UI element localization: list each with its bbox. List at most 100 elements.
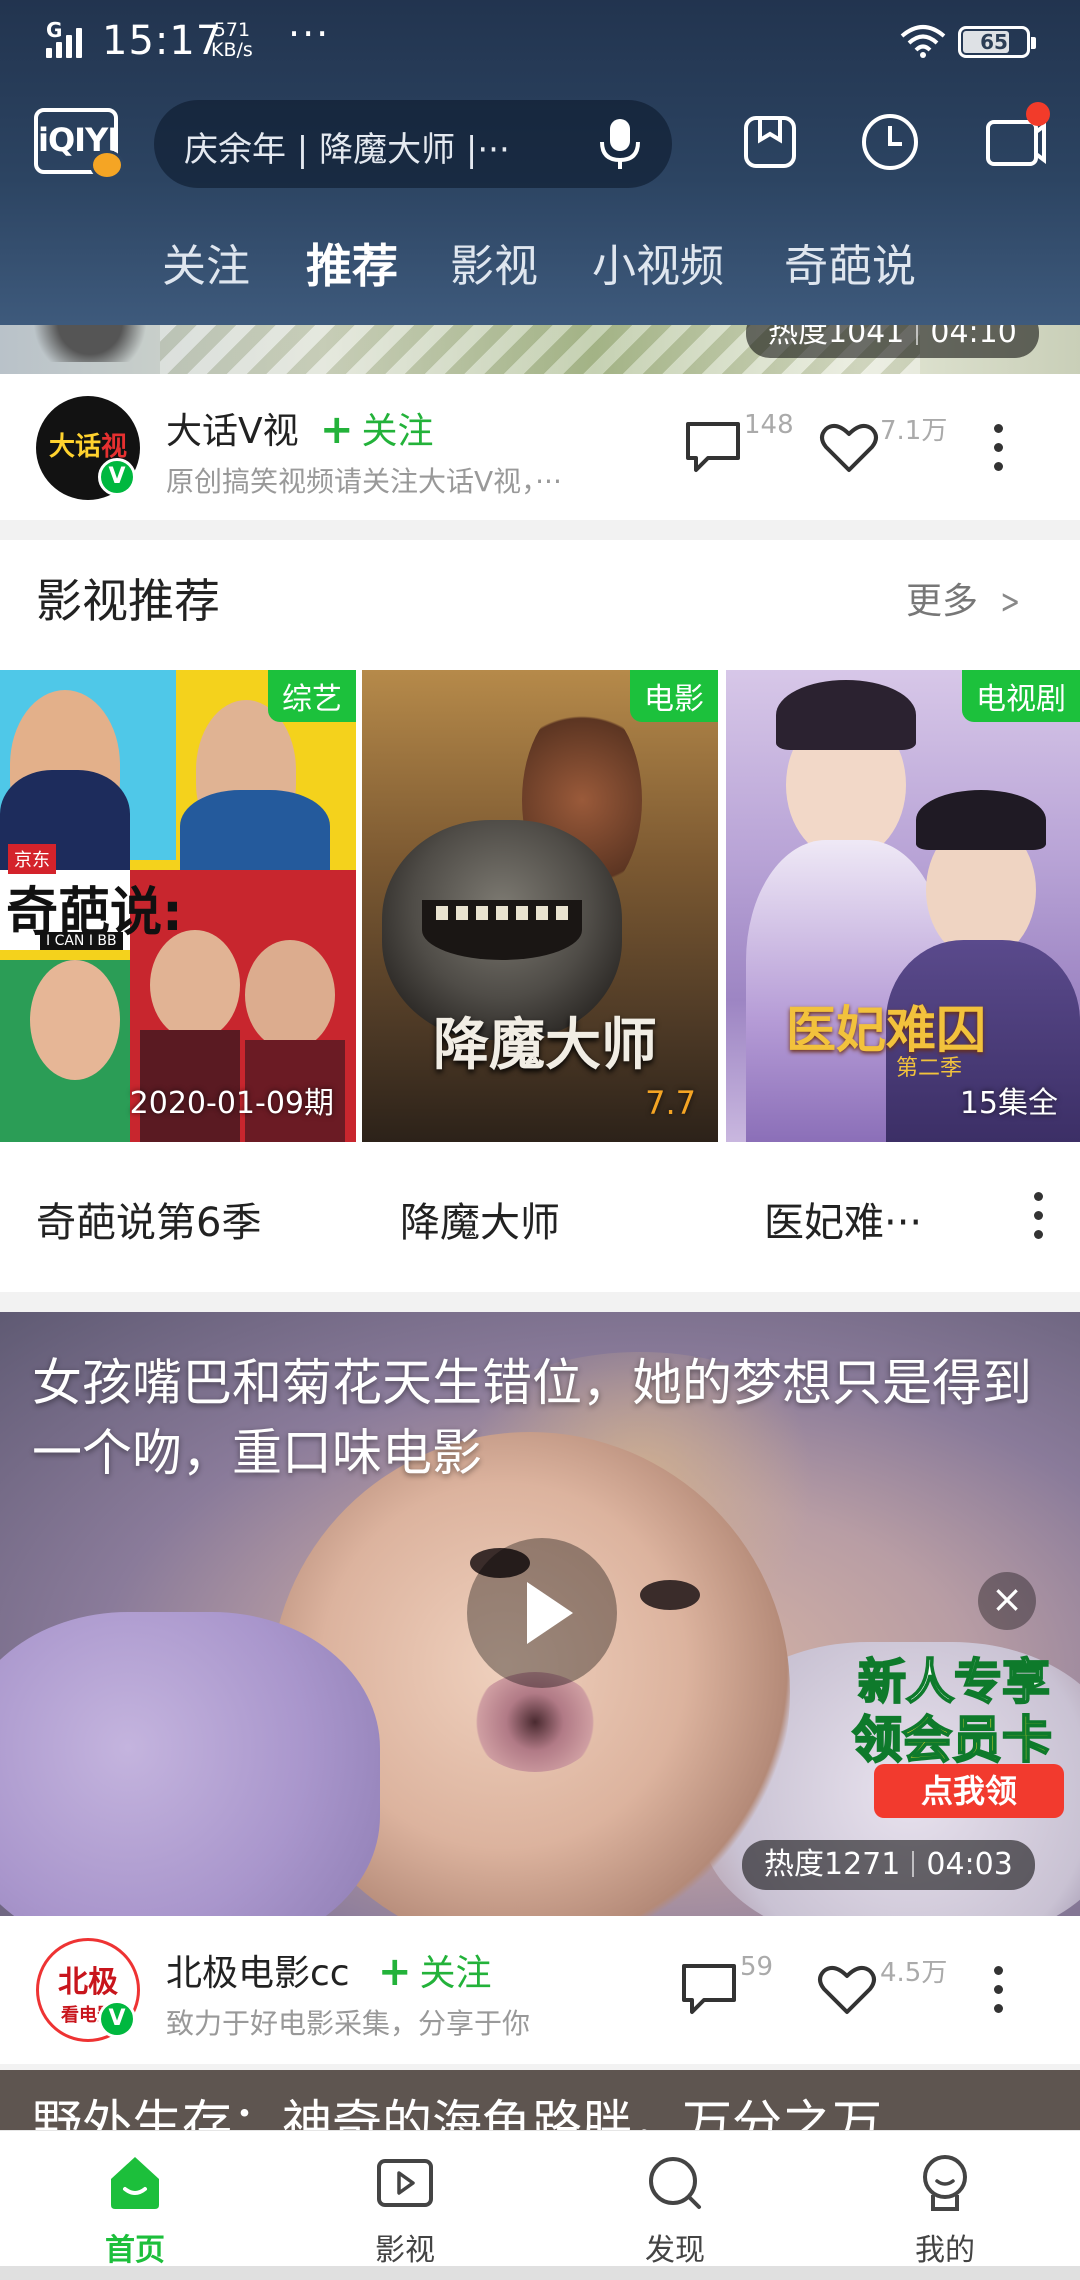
nav-home[interactable]: 首页	[0, 2131, 270, 2280]
top-header: G 15:17 571 KB/s ··· 65 iQIYI 庆余年 | 降魔大师…	[0, 0, 1080, 325]
tab-film-tv[interactable]: 影视	[450, 230, 538, 294]
comment-icon[interactable]	[678, 1960, 740, 2016]
tag-variety: 综艺	[268, 670, 356, 722]
top-tabs: 关注 推荐 影视 小视频 奇葩说	[0, 230, 1080, 300]
follow-plus-icon: +	[378, 1949, 412, 1995]
more-link[interactable]: 更多 >	[906, 572, 1025, 624]
iqiyi-logo[interactable]: iQIYI	[34, 108, 124, 180]
network-type: G	[46, 18, 63, 42]
author-description: 原创搞笑视频请关注大话V视，···	[166, 465, 562, 498]
chevron-right-icon: >	[1000, 582, 1021, 622]
nav-discover-label: 发现	[645, 2233, 705, 2268]
discover-search-icon	[649, 2157, 701, 2209]
tab-follow[interactable]: 关注	[162, 230, 250, 294]
heat-label: 热度1271	[764, 1847, 901, 1882]
mic-icon[interactable]	[594, 116, 646, 172]
section-title: 影视推荐	[36, 574, 220, 628]
gesture-bar	[0, 2266, 1080, 2280]
follow-label: 关注	[419, 1953, 492, 1994]
author-row: 北极 看电影 V 北极电影cc + 关注 致力于好电影采集，分享于你 59 4.5…	[0, 1916, 1080, 2064]
signal-icon: G	[46, 18, 92, 58]
nav-film-tv[interactable]: 影视	[270, 2131, 540, 2280]
next-video-card[interactable]: 野外生存：神奇的海龟路胖，万分之万	[0, 2070, 1080, 2130]
profile-icon	[923, 2155, 967, 2211]
comment-count: 148	[744, 410, 794, 440]
episode-label: 2020-01-09期	[129, 1086, 334, 1121]
follow-label: 关注	[361, 411, 434, 452]
battery-level: 65	[980, 30, 1008, 54]
history-clock-icon[interactable]	[858, 110, 922, 174]
author-name[interactable]: 大话V视	[166, 402, 299, 454]
nav-discover[interactable]: 发现	[540, 2131, 810, 2280]
author-description: 致力于好电影采集，分享于你	[166, 2007, 531, 2040]
poster-yifeinanqiu[interactable]: 医妃难囚 第二季 电视剧 15集全	[726, 670, 1080, 1142]
episode-count: 15集全	[959, 1086, 1058, 1121]
like-count: 4.5万	[880, 1958, 948, 1988]
card-title[interactable]: 奇葩说第6季	[36, 1190, 261, 1248]
speed-value: 571	[213, 19, 251, 41]
divider	[0, 520, 1080, 540]
rating-score: 7.7	[645, 1084, 696, 1122]
nav-me[interactable]: 我的	[810, 2131, 1080, 2280]
verified-badge-icon: V	[98, 458, 136, 496]
avatar-text: 大话	[48, 432, 101, 462]
tab-recommend[interactable]: 推荐	[306, 230, 398, 296]
next-video-title: 野外生存：神奇的海龟路胖，万分之万	[32, 2095, 882, 2130]
poster-qipashuo[interactable]: 京东 奇葩说: I CAN I BB 综艺 2020-01-09期	[0, 670, 356, 1142]
tag-movie: 电影	[630, 670, 718, 722]
promo-line2: 领会员卡	[851, 1710, 1053, 1770]
tab-short-video[interactable]: 小视频	[592, 230, 724, 294]
status-more-icon: ···	[288, 12, 331, 56]
follow-button[interactable]: + 关注	[320, 402, 434, 454]
bottom-nav: 首页 影视 发现 我的	[0, 2130, 1080, 2280]
verified-badge-icon: V	[98, 2000, 136, 2038]
divider	[0, 1292, 1080, 1312]
nav-film-tv-label: 影视	[375, 2233, 435, 2268]
battery-icon: 65	[958, 26, 1036, 58]
play-button-icon[interactable]	[467, 1538, 617, 1688]
avatar-text: 北极	[58, 1965, 118, 2000]
search-box[interactable]: 庆余年 | 降魔大师 |···	[154, 100, 672, 188]
like-heart-icon[interactable]	[818, 420, 880, 476]
tag-tv-series: 电视剧	[962, 670, 1080, 722]
comment-icon[interactable]	[682, 418, 744, 474]
bookmark-box-icon[interactable]	[738, 110, 802, 174]
nav-home-label: 首页	[105, 2233, 165, 2268]
video-card[interactable]: 女孩嘴巴和菊花天生错位，她的梦想只是得到一个吻，重口味电影 × 新人专享 领会员…	[0, 1312, 1080, 1916]
poster-xiangmodashi[interactable]: 降魔大师 电影 7.7	[362, 670, 718, 1142]
promo-claim-button[interactable]: 点我领	[874, 1764, 1064, 1818]
video-title[interactable]: 女孩嘴巴和菊花天生错位，她的梦想只是得到一个吻，重口味电影	[32, 1348, 1042, 1488]
home-icon	[111, 2157, 159, 2209]
more-options-icon[interactable]	[1030, 1192, 1046, 1252]
like-count: 7.1万	[880, 416, 948, 446]
author-name[interactable]: 北极电影cc	[166, 1944, 350, 1996]
speed-unit: KB/s	[211, 39, 253, 61]
tab-qipashuo[interactable]: 奇葩说	[784, 230, 916, 294]
wifi-icon	[900, 25, 946, 58]
poster-subtext: 第二季	[896, 1056, 963, 1081]
status-bar: G 15:17 571 KB/s ··· 65	[0, 0, 1080, 86]
close-ad-icon[interactable]: ×	[978, 1572, 1036, 1630]
more-options-icon[interactable]	[990, 424, 1006, 484]
card-title[interactable]: 降魔大师	[400, 1190, 560, 1248]
poster-logo-text: 降魔大师	[433, 1012, 657, 1078]
follow-plus-icon: +	[320, 407, 354, 453]
follow-button[interactable]: + 关注	[378, 1944, 492, 1996]
notification-dot	[1026, 102, 1050, 126]
nav-me-label: 我的	[915, 2233, 975, 2268]
duration-label: 04:03	[926, 1847, 1013, 1882]
status-time: 15:17	[102, 18, 223, 64]
app-root: G 15:17 571 KB/s ··· 65 iQIYI 庆余年 | 降魔大师…	[0, 0, 1080, 2280]
network-speed: 571 KB/s	[211, 20, 253, 60]
video-heat-pill: 热度1271 04:03	[742, 1840, 1035, 1890]
message-icon[interactable]	[982, 102, 1050, 174]
more-options-icon[interactable]	[990, 1966, 1006, 2026]
comment-count: 59	[740, 1952, 774, 1982]
card-title[interactable]: 医妃难···	[764, 1190, 922, 1248]
like-heart-icon[interactable]	[816, 1962, 878, 2018]
search-placeholder: 庆余年 | 降魔大师 |···	[184, 130, 510, 170]
more-label: 更多	[906, 581, 979, 622]
promo-badge[interactable]: 新人专享 领会员卡 点我领	[851, 1642, 1070, 1842]
poster-subtext: I CAN I BB	[40, 932, 123, 950]
logo-mascot-icon	[90, 150, 124, 180]
